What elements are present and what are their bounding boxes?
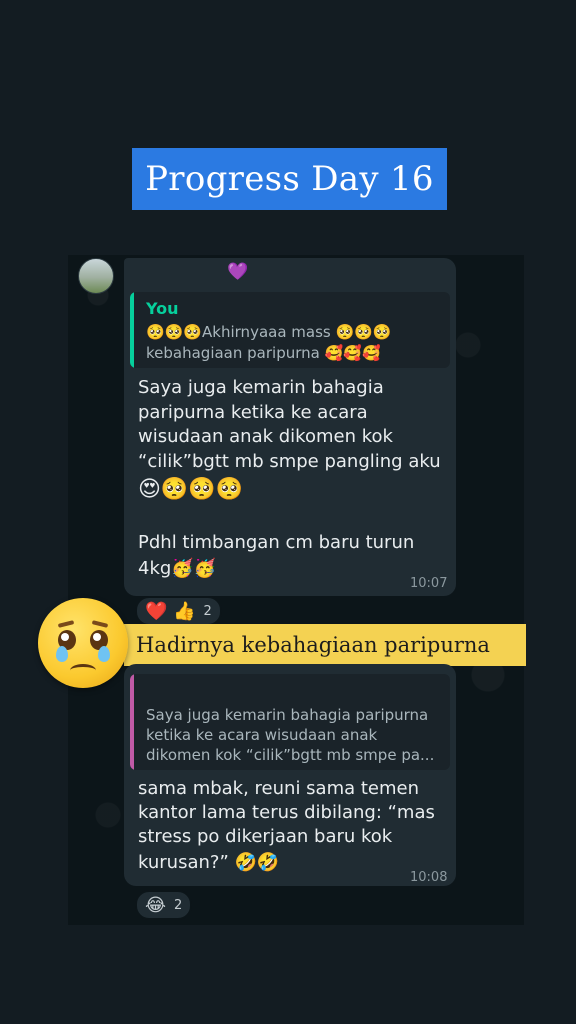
message-timestamp: 10:07 [410, 576, 448, 591]
message-text-line: sama mbak, reuni sama temen [138, 778, 420, 799]
reaction-pill-1[interactable]: ❤️ 👍 2 [135, 596, 222, 626]
message-timestamp: 10:08 [410, 870, 448, 885]
message-text-line: kurusan?” 🤣🤣 [138, 852, 280, 873]
quote-accent-bar [130, 674, 134, 770]
title-banner: Progress Day 16 [132, 148, 447, 210]
quote-line: ketika ke acara wisudaan anak [146, 726, 378, 744]
reaction-laughing-icon: 😂 [145, 894, 167, 916]
message-text-line: “cilik”bgtt mb smpe pangling aku [138, 451, 441, 472]
message-emoji-line: 😍🥺🥺🥺 [138, 477, 244, 502]
quote-accent-bar [130, 292, 134, 368]
quote-line: 🥺🥺🥺Akhirnyaaa mass 🥺🥺🥺 [146, 323, 392, 341]
message-text-line: stress po dikerjaan baru kok [138, 826, 393, 847]
reaction-count: 2 [203, 603, 212, 619]
quoted-message-1[interactable]: You 🥺🥺🥺Akhirnyaaa mass 🥺🥺🥺 kebahagiaan p… [130, 292, 450, 368]
quote-author: You [146, 299, 179, 318]
pleading-face-icon [38, 598, 128, 688]
reaction-count: 2 [174, 897, 183, 913]
message-text-line: 4kg🥳🥳 [138, 558, 217, 579]
reaction-pill-2[interactable]: 😂 2 [135, 890, 193, 920]
quoted-message-2[interactable]: Saya juga kemarin bahagia paripurna keti… [130, 674, 450, 770]
message-text-line: paripurna ketika ke acara [138, 402, 368, 423]
quote-line: Saya juga kemarin bahagia paripurna [146, 706, 429, 724]
message-text-line: Saya juga kemarin bahagia [138, 377, 384, 398]
contact-avatar[interactable] [78, 258, 114, 294]
message-text-line: wisudaan anak dikomen kok [138, 426, 393, 447]
reactions-heart-thumbs-icon: ❤️ 👍 [145, 600, 196, 622]
message-text-line: kantor lama terus dibilang: “mas [138, 802, 435, 823]
quote-line: dikomen kok “cilik”bgtt mb smpe pa... [146, 746, 435, 764]
message-text-line: Pdhl timbangan cm baru turun [138, 532, 415, 553]
quote-line: kebahagiaan paripurna 🥰🥰🥰 [146, 344, 381, 362]
caption-banner: Hadirnya kebahagiaan paripurna [124, 624, 526, 666]
sender-heart-icon: 💜 [227, 262, 249, 282]
